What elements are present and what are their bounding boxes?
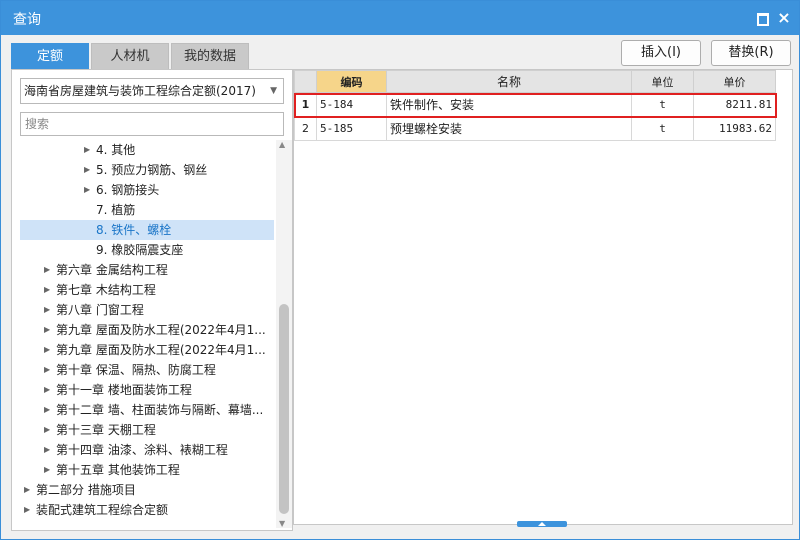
chevron-right-icon[interactable]: ▶ — [84, 180, 90, 200]
quota-tree-panel: 海南省房屋建筑与装饰工程综合定额(2017) ▼ ▶ 4. 其他 ▶ 5. 预应力钢筋… — [11, 69, 293, 531]
tree-item[interactable]: ▶ 第十三章 天棚工程 — [20, 420, 274, 440]
quota-tree: ▶ 4. 其他 ▶ 5. 预应力钢筋、钢丝 ▶ 6. 钢筋接头 7. 植筋 8. 铁件、螺栓 9… — [12, 140, 274, 530]
tab-labor-material-machine[interactable]: 人材机 — [91, 43, 169, 69]
tree-item-label: 第十二章 墙、柱面装饰与隔断、幕墙... — [56, 403, 264, 417]
table-row[interactable]: 2 5-185 预埋螺栓安装 t 11983.62 — [294, 116, 776, 141]
tree-item[interactable]: ▶ 第十五章 其他装饰工程 — [20, 460, 274, 480]
tree-item-label: 装配式建筑工程综合定额 — [36, 503, 169, 517]
chevron-right-icon[interactable]: ▶ — [44, 440, 50, 460]
chevron-right-icon[interactable]: ▶ — [44, 260, 50, 280]
tree-item[interactable]: ▶ 第八章 门窗工程 — [20, 300, 274, 320]
search-input[interactable] — [20, 112, 284, 136]
chevron-right-icon[interactable]: ▶ — [84, 140, 90, 160]
row-code: 5-185 — [316, 116, 387, 141]
title-bar[interactable]: 查询 × — [1, 1, 799, 35]
chevron-right-icon[interactable]: ▶ — [44, 340, 50, 360]
column-header-name[interactable]: 名称 — [386, 70, 632, 93]
tree-item-label: 第十四章 油漆、涂料、裱糊工程 — [56, 443, 228, 457]
query-dialog: 查询 × 定额 人材机 我的数据 插入(I) 替换(R) 海南省房屋建筑与装饰工… — [0, 0, 800, 540]
row-number: 1 — [294, 92, 317, 117]
replace-button[interactable]: 替换(R) — [711, 40, 791, 66]
tree-item-label: 第九章 屋面及防水工程(2022年4月1... — [56, 343, 266, 357]
results-table: 编码 名称 单位 单价 1 5-184 铁件制作、安装 t 8211.81 2 … — [294, 70, 776, 141]
tree-item[interactable]: ▶ 6. 钢筋接头 — [20, 180, 274, 200]
tree-item-label: 第二部分 措施项目 — [36, 483, 136, 497]
column-header-unit[interactable]: 单位 — [631, 70, 694, 93]
row-number: 2 — [294, 116, 317, 141]
tree-item-label: 8. 铁件、螺栓 — [96, 223, 172, 237]
tree-item-label: 第九章 屋面及防水工程(2022年4月1... — [56, 323, 266, 337]
tree-item-label: 5. 预应力钢筋、钢丝 — [96, 163, 208, 177]
chevron-right-icon[interactable]: ▶ — [44, 280, 50, 300]
tree-item-label: 第十一章 楼地面装饰工程 — [56, 383, 192, 397]
tree-item[interactable]: ▶ 第九章 屋面及防水工程(2022年4月1... — [20, 340, 274, 360]
tree-item-label: 第八章 门窗工程 — [56, 303, 144, 317]
row-name: 铁件制作、安装 — [386, 92, 632, 117]
chevron-right-icon[interactable]: ▶ — [44, 300, 50, 320]
tree-item-label: 第六章 金属结构工程 — [56, 263, 168, 277]
tree-item-label: 4. 其他 — [96, 143, 136, 157]
column-header-code[interactable]: 编码 — [316, 70, 387, 93]
tree-item[interactable]: ▶ 第九章 屋面及防水工程(2022年4月1... — [20, 320, 274, 340]
tree-item[interactable]: ▶ 第七章 木结构工程 — [20, 280, 274, 300]
row-code: 5-184 — [316, 92, 387, 117]
tree-item[interactable]: ▶ 第二部分 措施项目 — [20, 480, 274, 500]
tree-item[interactable]: ▶ 第六章 金属结构工程 — [20, 260, 274, 280]
scroll-up-icon[interactable]: ▲ — [279, 140, 285, 149]
close-icon[interactable]: × — [775, 9, 793, 27]
chevron-down-icon[interactable]: ▼ — [270, 79, 277, 103]
chevron-right-icon[interactable]: ▶ — [24, 500, 30, 520]
row-price: 8211.81 — [693, 92, 776, 117]
scroll-down-icon[interactable]: ▼ — [279, 519, 285, 528]
maximize-icon[interactable] — [753, 9, 771, 27]
tree-item[interactable]: ▶ 第十章 保温、隔热、防腐工程 — [20, 360, 274, 380]
column-header-price[interactable]: 单价 — [693, 70, 776, 93]
chevron-right-icon[interactable]: ▶ — [44, 320, 50, 340]
tree-item-label: 第七章 木结构工程 — [56, 283, 156, 297]
tree-item-label: 第十五章 其他装饰工程 — [56, 463, 180, 477]
insert-button[interactable]: 插入(I) — [621, 40, 701, 66]
table-row[interactable]: 1 5-184 铁件制作、安装 t 8211.81 — [294, 92, 776, 117]
row-number-header — [294, 70, 317, 93]
results-panel: 编码 名称 单位 单价 1 5-184 铁件制作、安装 t 8211.81 2 … — [293, 69, 793, 525]
chevron-right-icon[interactable]: ▶ — [44, 400, 50, 420]
tree-item[interactable]: 8. 铁件、螺栓 — [20, 220, 274, 240]
tab-my-data[interactable]: 我的数据 — [171, 43, 249, 69]
tree-item[interactable]: 7. 植筋 — [20, 200, 274, 220]
tree-item-label: 第十章 保温、隔热、防腐工程 — [56, 363, 216, 377]
tree-item-label: 第十三章 天棚工程 — [56, 423, 156, 437]
quota-library-value: 海南省房屋建筑与装饰工程综合定额(2017) — [24, 84, 256, 98]
tree-scrollbar[interactable]: ▲ ▼ — [276, 140, 292, 528]
scrollbar-thumb[interactable] — [279, 304, 289, 514]
tree-item[interactable]: ▶ 装配式建筑工程综合定额 — [20, 500, 274, 520]
chevron-right-icon[interactable]: ▶ — [44, 380, 50, 400]
table-header: 编码 名称 单位 单价 — [294, 70, 776, 93]
chevron-right-icon[interactable]: ▶ — [84, 160, 90, 180]
window-title: 查询 — [13, 12, 41, 28]
chevron-right-icon[interactable]: ▶ — [44, 360, 50, 380]
chevron-right-icon[interactable]: ▶ — [24, 480, 30, 500]
tree-item-label: 7. 植筋 — [96, 203, 136, 217]
tree-item[interactable]: ▶ 4. 其他 — [20, 140, 274, 160]
tree-item-label: 9. 橡胶隔震支座 — [96, 243, 184, 257]
row-unit: t — [631, 92, 694, 117]
chevron-right-icon[interactable]: ▶ — [44, 420, 50, 440]
tree-item[interactable]: ▶ 第十一章 楼地面装饰工程 — [20, 380, 274, 400]
tree-item[interactable]: ▶ 第十二章 墙、柱面装饰与隔断、幕墙... — [20, 400, 274, 420]
quota-library-select[interactable]: 海南省房屋建筑与装饰工程综合定额(2017) ▼ — [20, 78, 284, 104]
tree-item[interactable]: ▶ 5. 预应力钢筋、钢丝 — [20, 160, 274, 180]
row-price: 11983.62 — [693, 116, 776, 141]
row-name: 预埋螺栓安装 — [386, 116, 632, 141]
tree-item[interactable]: ▶ 第十四章 油漆、涂料、裱糊工程 — [20, 440, 274, 460]
chevron-right-icon[interactable]: ▶ — [44, 460, 50, 480]
tab-quota[interactable]: 定额 — [11, 43, 89, 69]
row-unit: t — [631, 116, 694, 141]
panel-collapse-handle[interactable] — [517, 521, 567, 527]
tree-item[interactable]: 9. 橡胶隔震支座 — [20, 240, 274, 260]
tree-item-label: 6. 钢筋接头 — [96, 183, 160, 197]
